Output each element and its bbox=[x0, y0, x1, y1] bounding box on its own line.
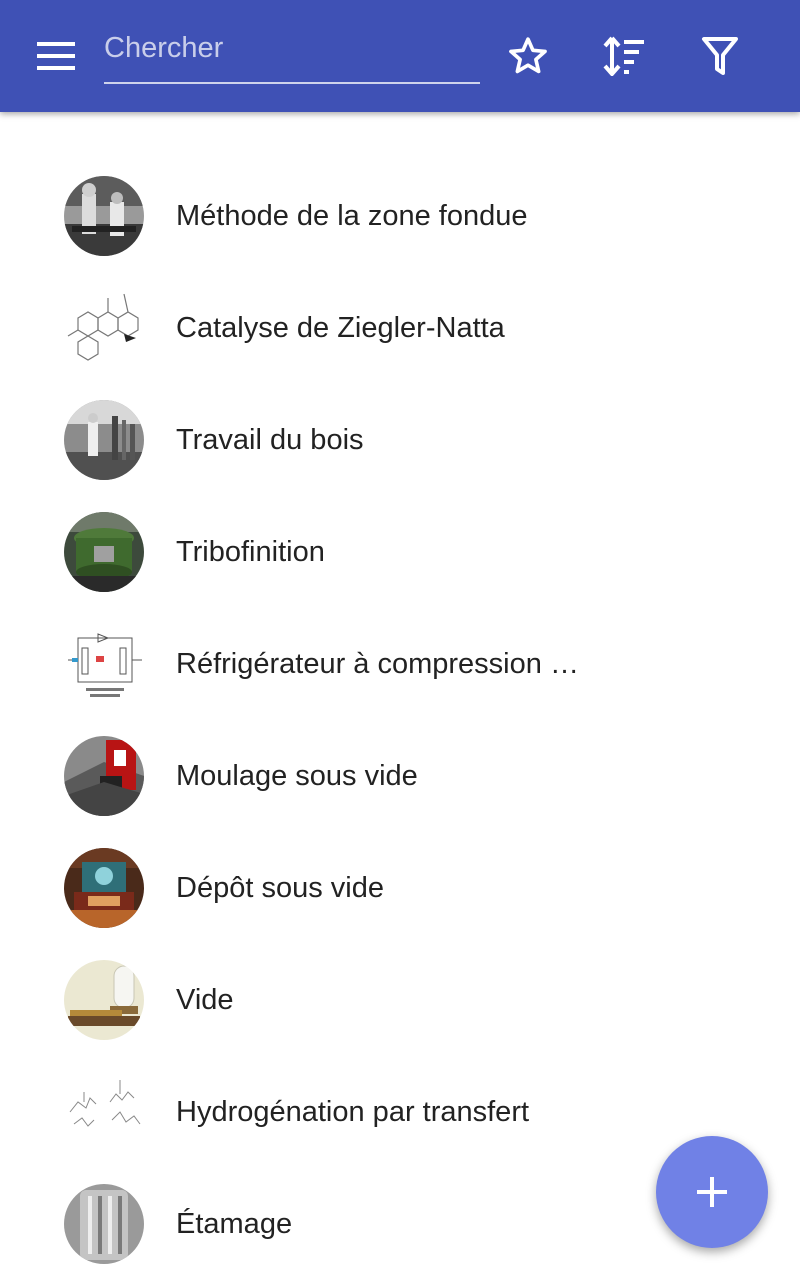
list-item-label: Travail du bois bbox=[176, 424, 364, 456]
star-outline-icon bbox=[509, 37, 547, 74]
list-item[interactable]: Moulage sous vide bbox=[0, 720, 800, 832]
article-list: Méthode de la zone fondue Catalyse de Zi… bbox=[0, 160, 800, 1280]
search-input[interactable] bbox=[104, 26, 474, 70]
list-item-label: Hydrogénation par transfert bbox=[176, 1096, 530, 1128]
list-item-thumbnail bbox=[64, 512, 144, 592]
search-field bbox=[104, 22, 480, 84]
list-item-label: Méthode de la zone fondue bbox=[176, 200, 528, 232]
list-item-label: Catalyse de Ziegler-Natta bbox=[176, 312, 505, 344]
list-item-thumbnail bbox=[64, 624, 144, 704]
list-item-thumbnail bbox=[64, 736, 144, 816]
list-item[interactable]: Réfrigérateur à compression … bbox=[0, 608, 800, 720]
sort-button[interactable] bbox=[592, 24, 656, 88]
list-item-thumbnail bbox=[64, 1184, 144, 1264]
list-item-label: Tribofinition bbox=[176, 536, 325, 568]
list-item-label: Étamage bbox=[176, 1208, 293, 1240]
list-item[interactable]: Méthode de la zone fondue bbox=[0, 160, 800, 272]
add-button[interactable] bbox=[656, 1136, 768, 1248]
list-item-thumbnail bbox=[64, 176, 144, 256]
list-item-label: Dépôt sous vide bbox=[176, 872, 384, 904]
sort-icon bbox=[603, 36, 644, 76]
list-item-thumbnail bbox=[64, 848, 144, 928]
hamburger-menu-icon bbox=[37, 42, 75, 70]
filter-button[interactable] bbox=[688, 24, 752, 88]
filter-icon bbox=[702, 37, 738, 75]
list-item-thumbnail bbox=[64, 960, 144, 1040]
list-item[interactable]: Dépôt sous vide bbox=[0, 832, 800, 944]
list-item-label: Réfrigérateur à compression … bbox=[176, 648, 579, 680]
list-item-thumbnail bbox=[64, 400, 144, 480]
list-item[interactable]: Tribofinition bbox=[0, 496, 800, 608]
plus-icon bbox=[697, 1177, 727, 1207]
list-item-thumbnail bbox=[64, 1072, 144, 1152]
app-bar bbox=[0, 0, 800, 112]
list-item-label: Moulage sous vide bbox=[176, 760, 418, 792]
list-item[interactable]: Travail du bois bbox=[0, 384, 800, 496]
menu-button[interactable] bbox=[22, 24, 90, 88]
list-item-label: Vide bbox=[176, 984, 234, 1016]
list-item[interactable]: Vide bbox=[0, 944, 800, 1056]
list-item-thumbnail bbox=[64, 288, 144, 368]
list-item[interactable]: Catalyse de Ziegler-Natta bbox=[0, 272, 800, 384]
favorites-button[interactable] bbox=[496, 24, 560, 88]
